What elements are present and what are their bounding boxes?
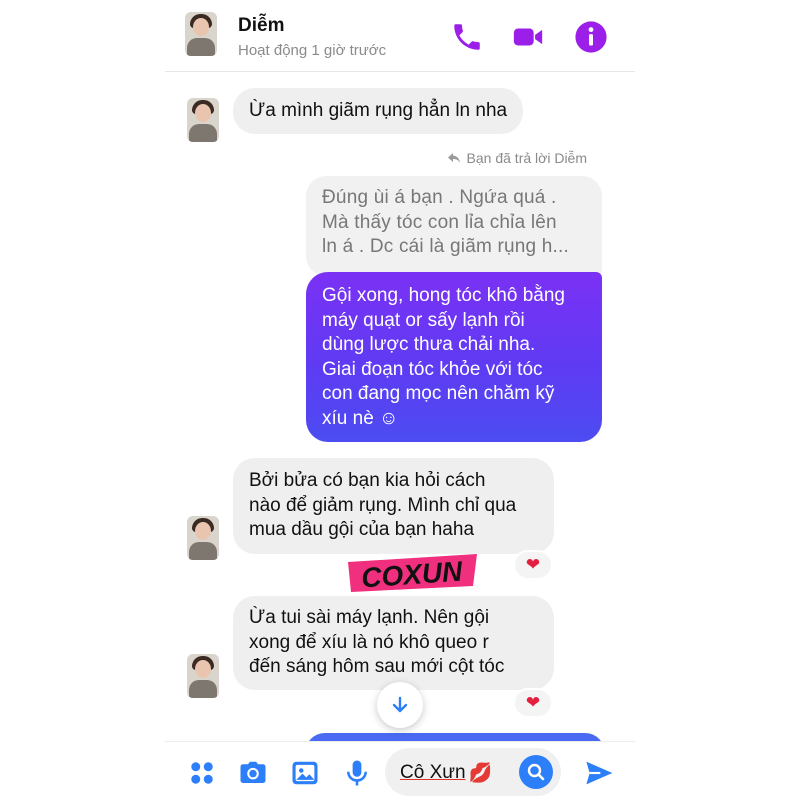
input-text: Cô Xưn bbox=[400, 762, 466, 783]
reply-note-text: Bạn đã trả lời Diễm bbox=[466, 150, 587, 166]
message-outgoing[interactable]: Gội xong, hong tóc khô bằng máy quạt or … bbox=[306, 272, 602, 442]
message-incoming[interactable]: Bởi bửa có bạn kia hỏi cách nào để giảm … bbox=[233, 458, 554, 554]
quoted-line: Đúng ùi á bạn . Ngứa quá . bbox=[322, 187, 557, 208]
message-input-value[interactable]: Cô Xưn 💋 bbox=[400, 761, 492, 785]
quoted-line: ln á . Dc cái là giãm rụng h... bbox=[322, 236, 569, 257]
quoted-message[interactable]: Đúng ùi á bạn . Ngứa quá . Mà thấy tóc c… bbox=[306, 176, 602, 276]
message-line: Gội xong, hong tóc khô bằng bbox=[322, 285, 565, 306]
message-line: máy quạt or sấy lạnh rồi bbox=[322, 309, 525, 331]
chat-screen: Diễm Hoạt động 1 giờ trước Ừa mình giãm … bbox=[165, 0, 635, 800]
gallery-icon[interactable] bbox=[290, 758, 320, 788]
message-line: xong để xíu là nó khô queo r bbox=[249, 631, 489, 653]
arrow-down-icon bbox=[392, 696, 408, 713]
info-icon[interactable] bbox=[574, 20, 608, 54]
message-input[interactable]: Cô Xưn 💋 bbox=[385, 748, 561, 796]
message-line: Giai đoạn tóc khỏe với tóc bbox=[322, 358, 543, 380]
message-incoming[interactable]: Ừa tui sài máy lạnh. Nên gội xong để xíu… bbox=[233, 596, 554, 690]
quoted-line: Mà thấy tóc con lỉa chỉa lên bbox=[322, 211, 557, 233]
message-line: đến sáng hôm sau mới cột tóc bbox=[249, 656, 505, 677]
message-line: con đang mọc nên chăm kỹ bbox=[322, 383, 555, 404]
send-icon[interactable] bbox=[583, 757, 615, 789]
apps-icon[interactable] bbox=[187, 758, 217, 788]
heart-reaction[interactable]: ❤ bbox=[513, 688, 553, 718]
message-line: mua dầu gội của bạn haha bbox=[249, 519, 475, 540]
scroll-down-button[interactable] bbox=[377, 682, 423, 728]
reply-indicator: Bạn đã trả lời Diễm bbox=[447, 150, 587, 166]
emoji-button[interactable] bbox=[519, 755, 553, 789]
message-incoming[interactable]: Ừa mình giãm rụng hẳn ln nha bbox=[233, 88, 524, 134]
message-line: Bởi bửa có bạn kia hỏi cách bbox=[249, 470, 486, 491]
message-line: xíu nè ☺ bbox=[322, 407, 399, 429]
svg-text:COXUN: COXUN bbox=[360, 555, 464, 593]
contact-avatar[interactable] bbox=[185, 12, 217, 56]
message-text: Ừa mình giãm rụng hẳn ln nha bbox=[249, 100, 508, 121]
lips-emoji: 💋 bbox=[468, 763, 493, 784]
mic-icon[interactable] bbox=[342, 758, 372, 788]
camera-icon[interactable] bbox=[238, 758, 268, 788]
search-icon bbox=[527, 763, 545, 781]
contact-avatar-small[interactable] bbox=[187, 98, 219, 142]
reply-icon bbox=[447, 153, 460, 163]
message-line: Ừa tui sài máy lạnh. Nên gội bbox=[249, 607, 490, 628]
message-line: dùng lược thưa chải nha. bbox=[322, 334, 536, 355]
contact-avatar-small[interactable] bbox=[187, 516, 219, 560]
chat-header: Diễm Hoạt động 1 giờ trước bbox=[165, 0, 635, 72]
heart-icon: ❤ bbox=[525, 693, 541, 712]
video-icon[interactable] bbox=[511, 20, 545, 54]
contact-avatar-small[interactable] bbox=[187, 654, 219, 698]
heart-icon: ❤ bbox=[525, 555, 541, 574]
message-composer: Cô Xưn 💋 bbox=[165, 741, 635, 800]
heart-reaction[interactable]: ❤ bbox=[513, 550, 553, 580]
contact-status: Hoạt động 1 giờ trước bbox=[238, 42, 387, 59]
phone-icon[interactable] bbox=[450, 20, 484, 54]
contact-name[interactable]: Diễm bbox=[238, 15, 284, 37]
message-line: nào để giảm rụng. Mình chỉ qua bbox=[249, 494, 517, 516]
